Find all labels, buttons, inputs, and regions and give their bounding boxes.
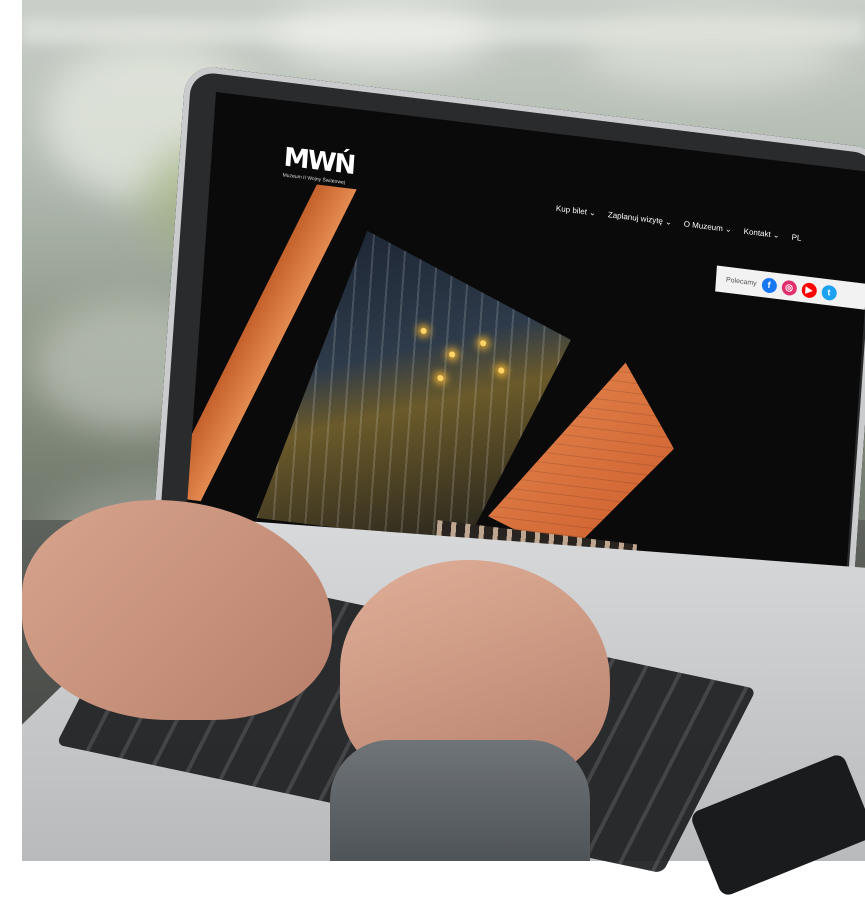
nav-zaplanuj-wizyte[interactable]: Zaplanuj wizytę ⌄ [608, 210, 673, 227]
social-bar: Polecamy f ◎ ▶ t [715, 265, 865, 311]
sleeve [330, 740, 590, 861]
instagram-icon[interactable]: ◎ [781, 279, 798, 296]
nav-language[interactable]: PL [791, 233, 801, 243]
nav-kup-bilet[interactable]: Kup bilet ⌄ [556, 204, 597, 218]
youtube-icon[interactable]: ▶ [801, 281, 818, 299]
facebook-icon[interactable]: f [761, 276, 778, 294]
nav-o-muzeum[interactable]: O Muzeum ⌄ [683, 219, 732, 234]
nav-kontakt[interactable]: Kontakt ⌄ [743, 227, 780, 240]
left-margin [0, 0, 22, 861]
site-nav: Kup bilet ⌄ Zaplanuj wizytę ⌄ O Muzeum ⌄… [556, 204, 802, 243]
twitter-icon[interactable]: t [820, 283, 838, 301]
social-label: Polecamy [725, 276, 757, 287]
